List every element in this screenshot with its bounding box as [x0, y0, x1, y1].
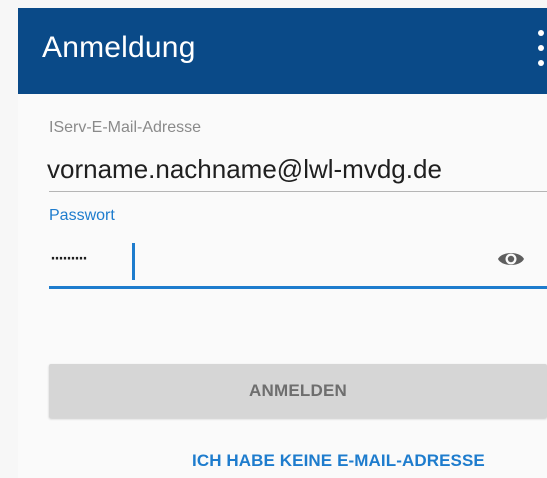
- password-field[interactable]: ·········: [49, 243, 89, 273]
- no-email-link[interactable]: ICH HABE KEINE E-MAIL-ADRESSE: [192, 451, 485, 471]
- password-field-label: Passwort: [49, 207, 115, 224]
- app-bar: Anmeldung: [18, 8, 547, 94]
- email-field-underline: [49, 191, 547, 192]
- email-field[interactable]: vorname.nachname@lwl-mvdg.de: [47, 154, 442, 185]
- more-vert-icon[interactable]: [535, 30, 547, 66]
- login-button[interactable]: ANMELDEN: [49, 364, 547, 418]
- password-field-underline: [49, 286, 547, 289]
- email-field-label: IServ-E-Mail-Adresse: [49, 119, 202, 136]
- eye-icon[interactable]: [497, 248, 525, 270]
- text-cursor: [132, 243, 135, 280]
- login-screen: Anmeldung IServ-E-Mail-Adresse vorname.n…: [18, 8, 547, 478]
- page-title: Anmeldung: [42, 31, 196, 64]
